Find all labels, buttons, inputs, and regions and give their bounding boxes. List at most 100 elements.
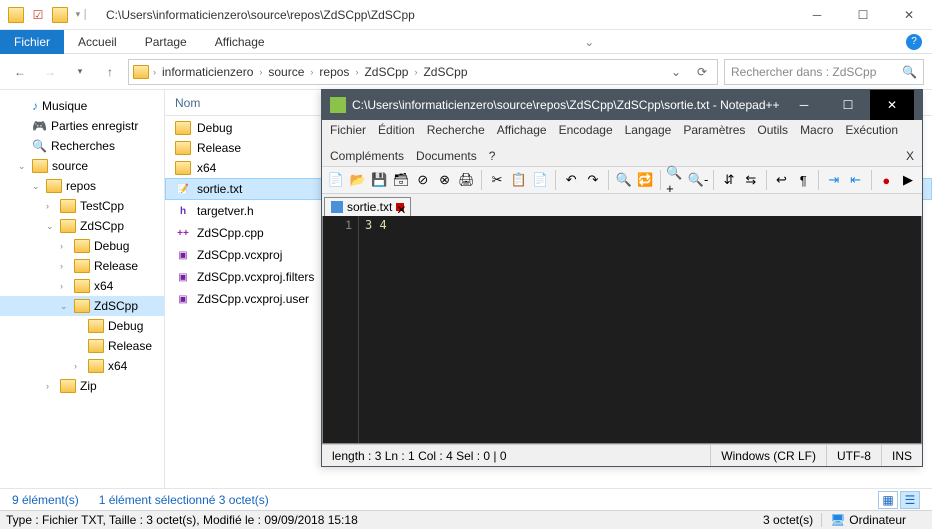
- npp-tab-label: sortie.txt: [347, 200, 392, 214]
- replace-icon[interactable]: 🔁: [635, 169, 655, 191]
- redo-icon[interactable]: ↷: [583, 169, 603, 191]
- outdent-icon[interactable]: ⇤: [846, 169, 866, 191]
- up-button[interactable]: ↑: [98, 60, 122, 84]
- npp-menu-item[interactable]: Encodage: [559, 123, 613, 137]
- quick-folder-icon[interactable]: [52, 7, 68, 23]
- close-button[interactable]: ✕: [886, 0, 932, 30]
- crumb-1[interactable]: source: [266, 65, 306, 79]
- quick-access-icon[interactable]: [8, 7, 24, 23]
- npp-close-button[interactable]: ✕: [870, 90, 914, 120]
- wrap-icon[interactable]: ↩: [772, 169, 792, 191]
- tab-share[interactable]: Partage: [131, 31, 201, 53]
- npp-menu-item[interactable]: Outils: [757, 123, 788, 137]
- tree-item[interactable]: 🎮Parties enregistr: [0, 116, 164, 136]
- quick-dropdown-icon[interactable]: ▾ │: [74, 7, 90, 23]
- npp-menu-item[interactable]: Paramètres: [683, 123, 745, 137]
- undo-icon[interactable]: ↶: [561, 169, 581, 191]
- npp-menu-item[interactable]: Documents: [416, 149, 477, 163]
- tab-home[interactable]: Accueil: [64, 31, 131, 53]
- closedoc-icon[interactable]: ⊘: [413, 169, 433, 191]
- npp-menu-item[interactable]: Exécution: [845, 123, 898, 137]
- status-selection: 1 élément sélectionné 3 octet(s): [99, 493, 269, 507]
- indent-icon[interactable]: ⇥: [824, 169, 844, 191]
- tree-item[interactable]: ›x64: [0, 356, 164, 376]
- npp-maximize-button[interactable]: ☐: [826, 90, 870, 120]
- back-button[interactable]: ←: [8, 60, 32, 84]
- npp-menu-item[interactable]: Langage: [625, 123, 672, 137]
- code-content[interactable]: 3 4: [359, 216, 921, 443]
- minimize-button[interactable]: ─: [794, 0, 840, 30]
- record-icon[interactable]: ●: [876, 169, 896, 191]
- view-details-button[interactable]: ☰: [900, 491, 920, 509]
- tab-view[interactable]: Affichage: [201, 31, 279, 53]
- npp-menu-item[interactable]: Macro: [800, 123, 833, 137]
- open-icon[interactable]: 📂: [348, 169, 368, 191]
- npp-status-ins: INS: [882, 445, 922, 466]
- quick-check-icon[interactable]: ☑: [30, 7, 46, 23]
- address-folder-icon: [133, 65, 149, 79]
- new-icon[interactable]: 📄: [326, 169, 346, 191]
- tab-close-icon[interactable]: ✕: [396, 203, 404, 211]
- npp-menu-close-icon[interactable]: X: [906, 149, 914, 163]
- tree-item[interactable]: ›Zip: [0, 376, 164, 396]
- nav-tree[interactable]: ♪Musique🎮Parties enregistr🔍Recherches⌄so…: [0, 90, 165, 493]
- refresh-icon[interactable]: ⟳: [691, 60, 713, 84]
- tree-item[interactable]: ⌄ZdSCpp: [0, 296, 164, 316]
- sync-v-icon[interactable]: ⇵: [719, 169, 739, 191]
- npp-minimize-button[interactable]: ─: [782, 90, 826, 120]
- tree-item[interactable]: ›Debug: [0, 236, 164, 256]
- tree-item[interactable]: Release: [0, 336, 164, 356]
- search-placeholder: Rechercher dans : ZdSCpp: [731, 65, 876, 79]
- tree-item[interactable]: ⌄source: [0, 156, 164, 176]
- help-icon[interactable]: ?: [906, 34, 922, 50]
- tree-item[interactable]: ⌄repos: [0, 176, 164, 196]
- npp-title-text: C:\Users\informaticienzero\source\repos\…: [352, 98, 780, 112]
- npp-menu-item[interactable]: Fichier: [330, 123, 366, 137]
- npp-tab-sortie[interactable]: sortie.txt ✕: [324, 197, 411, 216]
- tree-item[interactable]: ›Release: [0, 256, 164, 276]
- address-bar[interactable]: › informaticienzero› source› repos› ZdSC…: [128, 59, 718, 85]
- tree-item[interactable]: 🔍Recherches: [0, 136, 164, 156]
- npp-menu-item[interactable]: Recherche: [427, 123, 485, 137]
- crumb-2[interactable]: repos: [317, 65, 351, 79]
- zoomin-icon[interactable]: 🔍+: [666, 169, 686, 191]
- address-dropdown-icon[interactable]: ⌄: [665, 60, 687, 84]
- npp-menu-item[interactable]: Compléments: [330, 149, 404, 163]
- copy-icon[interactable]: 📋: [509, 169, 529, 191]
- maximize-button[interactable]: ☐: [840, 0, 886, 30]
- forward-button[interactable]: →: [38, 60, 62, 84]
- sync-h-icon[interactable]: ⇆: [741, 169, 761, 191]
- tree-item[interactable]: ›TestCpp: [0, 196, 164, 216]
- npp-titlebar[interactable]: C:\Users\informaticienzero\source\repos\…: [322, 90, 922, 120]
- crumb-4[interactable]: ZdSCpp: [421, 65, 469, 79]
- npp-editor[interactable]: 1 3 4: [322, 216, 922, 444]
- navbar: ← → ▾ ↑ › informaticienzero› source› rep…: [0, 54, 932, 90]
- find-icon[interactable]: 🔍: [614, 169, 634, 191]
- print-icon[interactable]: 🖨: [457, 169, 477, 191]
- tree-item[interactable]: ♪Musique: [0, 96, 164, 116]
- ribbon-expand-icon[interactable]: ⌄: [584, 35, 594, 49]
- tree-item[interactable]: Debug: [0, 316, 164, 336]
- computer-icon: 🖥: [830, 513, 845, 527]
- saveall-icon[interactable]: 🗃: [391, 169, 411, 191]
- npp-menu-item[interactable]: Affichage: [497, 123, 547, 137]
- explorer-titlebar: ☑ ▾ │ C:\Users\informaticienzero\source\…: [0, 0, 932, 30]
- view-thumbnails-button[interactable]: ▦: [878, 491, 898, 509]
- tree-item[interactable]: ⌄ZdSCpp: [0, 216, 164, 236]
- npp-menu-item[interactable]: ?: [489, 149, 496, 163]
- zoomout-icon[interactable]: 🔍-: [688, 169, 709, 191]
- recent-dropdown[interactable]: ▾: [68, 60, 92, 84]
- cut-icon[interactable]: ✂: [487, 169, 507, 191]
- save-icon[interactable]: 💾: [370, 169, 390, 191]
- npp-menu-item[interactable]: Édition: [378, 123, 415, 137]
- crumb-3[interactable]: ZdSCpp: [362, 65, 410, 79]
- npp-status-enc: UTF-8: [827, 445, 882, 466]
- tree-item[interactable]: ›x64: [0, 276, 164, 296]
- allchars-icon[interactable]: ¶: [793, 169, 813, 191]
- crumb-0[interactable]: informaticienzero: [160, 65, 255, 79]
- paste-icon[interactable]: 📄: [531, 169, 551, 191]
- tab-file[interactable]: Fichier: [0, 30, 64, 54]
- search-box[interactable]: Rechercher dans : ZdSCpp 🔍: [724, 59, 924, 85]
- closeall-icon[interactable]: ⊗: [435, 169, 455, 191]
- play-icon[interactable]: ▶: [898, 169, 918, 191]
